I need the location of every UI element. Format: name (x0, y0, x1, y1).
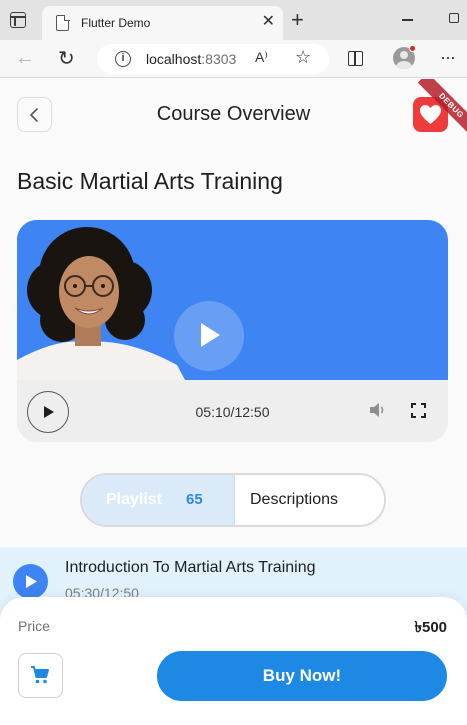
add-to-cart-button[interactable] (18, 653, 63, 698)
split-screen-icon[interactable] (348, 51, 363, 66)
url-text: localhost:8303 (146, 51, 237, 67)
address-bar: ← ↻ i localhost:8303 A⁾ ☆ ··· (0, 40, 467, 78)
read-aloud-icon[interactable]: A⁾ (255, 49, 268, 66)
course-title: Basic Martial Arts Training (17, 168, 283, 194)
page-title: Course Overview (156, 103, 311, 125)
notification-dot-icon (409, 45, 416, 52)
purchase-panel: Price ৳500 Buy Now! (0, 597, 467, 725)
tab-playlist[interactable]: Playlist 65 (82, 475, 234, 525)
instructor-photo (17, 220, 187, 380)
back-arrow-icon[interactable]: ← (15, 47, 35, 70)
volume-icon[interactable] (369, 402, 387, 418)
tab-descriptions[interactable]: Descriptions (234, 475, 384, 525)
playlist-count-badge: 65 (186, 491, 203, 508)
browser-tab-bar: Flutter Demo ✕ + (0, 0, 467, 40)
app-screen: Course Overview DEBUG Basic Martial Arts… (0, 79, 467, 725)
tab-title: Flutter Demo (81, 16, 151, 30)
maximize-icon[interactable] (449, 13, 459, 23)
video-play-overlay-button[interactable] (174, 301, 244, 371)
info-icon[interactable]: i (115, 51, 131, 67)
favorite-star-icon[interactable]: ☆ (295, 47, 311, 68)
play-icon (26, 575, 37, 588)
play-icon (201, 323, 220, 347)
content-tab-switch: Playlist 65 Descriptions (80, 473, 386, 527)
url-field[interactable]: i localhost:8303 A⁾ ☆ (97, 44, 329, 74)
video-player: 05:10/12:50 (17, 220, 448, 442)
minimize-icon[interactable] (402, 19, 413, 21)
heart-icon (420, 104, 441, 125)
buy-now-button[interactable]: Buy Now! (157, 651, 447, 701)
refresh-icon[interactable]: ↻ (58, 46, 75, 71)
browser-tab[interactable]: Flutter Demo ✕ (42, 6, 283, 40)
more-menu-icon[interactable]: ··· (440, 47, 456, 68)
tab-actions-icon[interactable] (10, 12, 26, 28)
close-tab-icon[interactable]: ✕ (262, 14, 275, 30)
tab-descriptions-label: Descriptions (250, 491, 339, 508)
playlist-item-play-button[interactable] (13, 564, 48, 599)
page-favicon-icon (56, 14, 70, 31)
playlist-item-title: Introduction To Martial Arts Training (65, 559, 316, 576)
tab-playlist-label: Playlist (106, 491, 163, 508)
price-value: ৳500 (414, 619, 448, 636)
shopping-cart-icon (31, 666, 49, 684)
video-frame[interactable] (17, 220, 448, 380)
fullscreen-icon[interactable] (411, 403, 426, 418)
price-label: Price (18, 618, 50, 634)
new-tab-icon[interactable]: + (291, 9, 304, 31)
